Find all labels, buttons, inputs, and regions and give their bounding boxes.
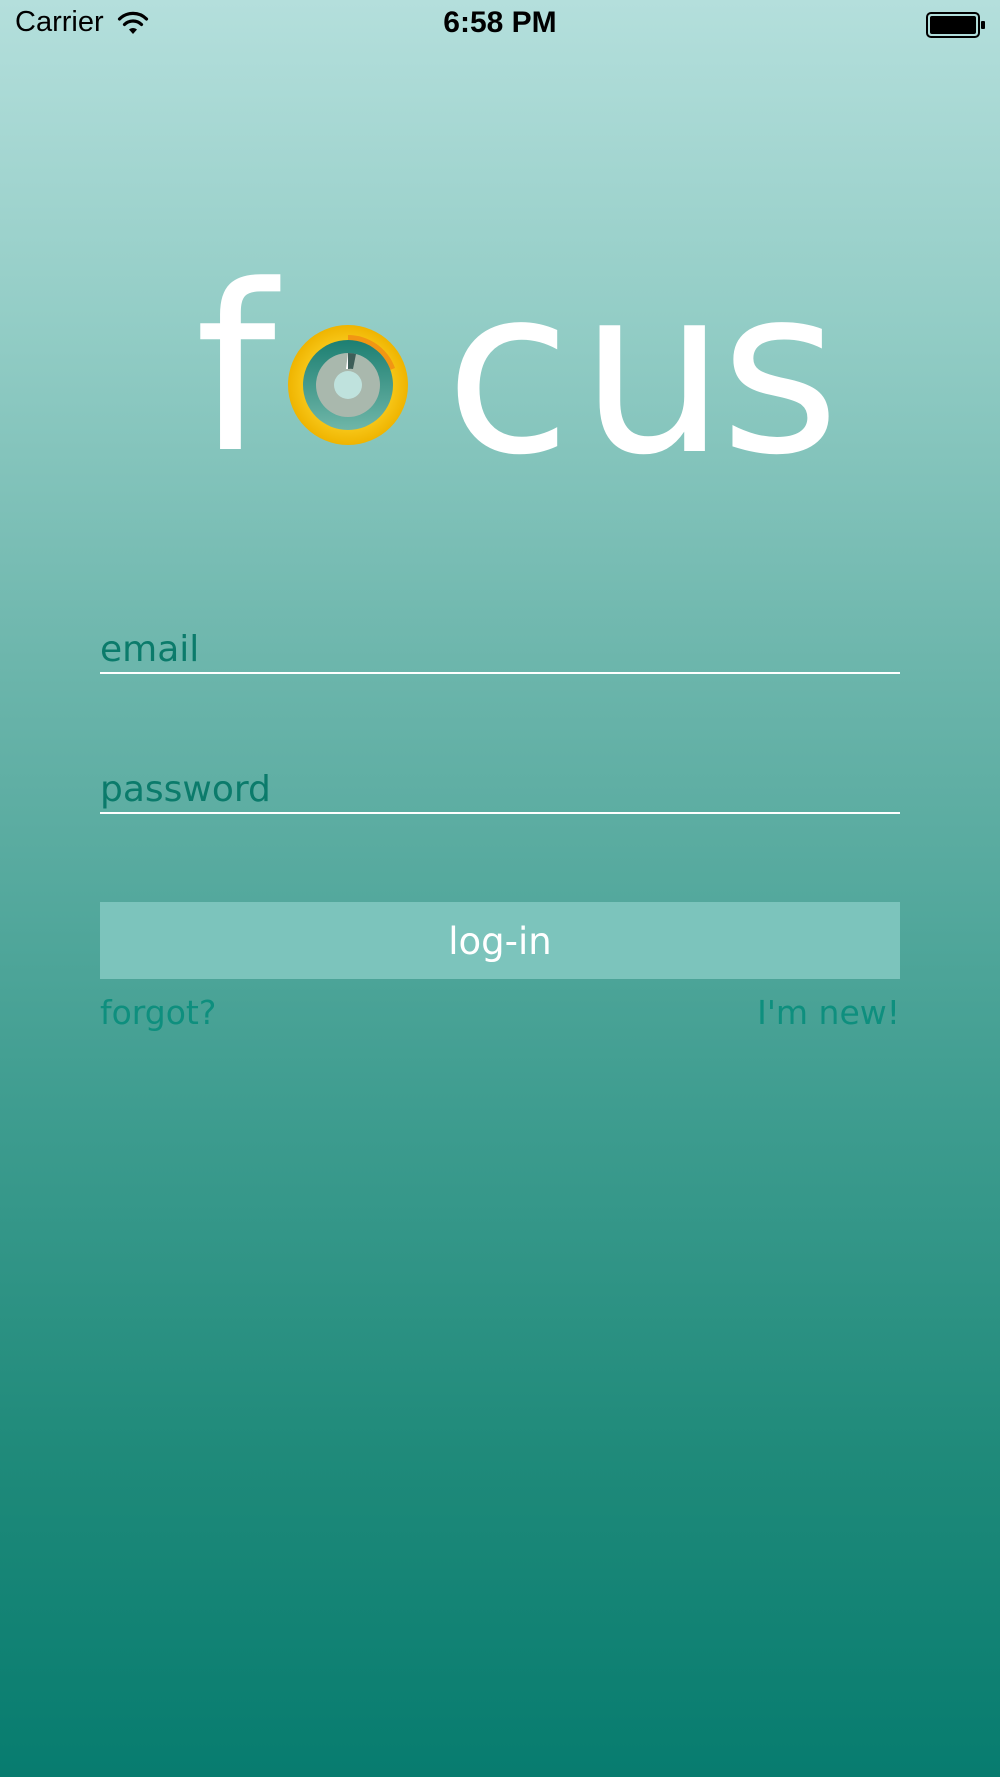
new-user-link[interactable]: I'm new! [757, 993, 900, 1032]
status-time: 6:58 PM [443, 6, 557, 39]
password-field[interactable] [100, 760, 900, 812]
focus-logo: f c u s [195, 256, 840, 488]
forgot-password-link[interactable]: forgot? [100, 993, 216, 1032]
email-field-container [100, 620, 900, 674]
login-button[interactable]: log-in [100, 902, 900, 979]
focus-ring-o-icon [288, 325, 408, 445]
battery-full-icon [926, 12, 985, 38]
logo-letter-u: u [580, 239, 726, 506]
auth-links: forgot? I'm new! [100, 993, 900, 1043]
email-field[interactable] [100, 620, 900, 672]
status-bar: Carrier 6:58 PM [0, 0, 1000, 50]
logo-letter-s: s [720, 239, 840, 506]
login-form: log-in forgot? I'm new! [100, 620, 900, 1043]
password-field-container [100, 760, 900, 814]
logo-letter-f: f [195, 237, 276, 504]
logo-letter-c: c [445, 239, 572, 506]
